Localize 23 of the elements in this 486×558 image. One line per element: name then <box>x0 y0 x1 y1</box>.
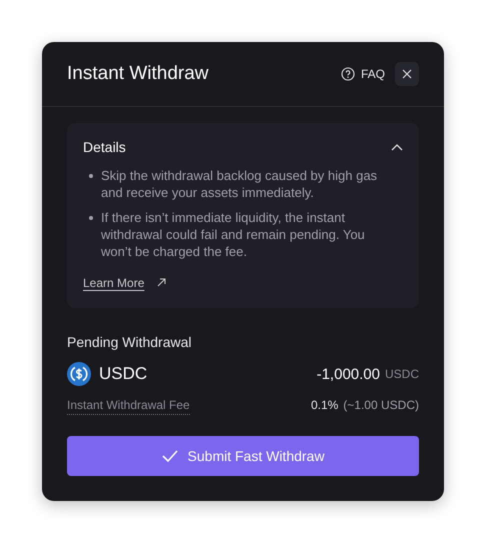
help-icon <box>340 67 355 81</box>
submit-button[interactable]: Submit Fast Withdraw <box>67 436 419 476</box>
coin-icon <box>67 362 91 386</box>
detail-text: If there isn’t immediate liquidity, the instant withdrawal could fail and remain pending. You won’t be charged the fee. <box>101 209 366 260</box>
asset-name: USDC <box>99 364 148 384</box>
amount-value: -1,000.00 <box>316 366 380 382</box>
chevron-icon <box>391 143 403 151</box>
fee-rate: 0.1% <box>310 398 338 412</box>
section-label: Pending Withdrawal <box>67 334 193 350</box>
fee-estimate: (~1.00 USDC) <box>343 398 419 412</box>
check-icon <box>162 450 178 462</box>
external-link-icon <box>156 278 166 287</box>
bullet-icon <box>89 216 93 220</box>
close-button[interactable] <box>395 62 419 86</box>
details-toggle[interactable]: Details <box>83 139 403 155</box>
fee-label: Instant Withdrawal Fee <box>67 398 190 415</box>
faq-link[interactable]: FAQ <box>340 67 385 81</box>
detail-text: Skip the withdrawal backlog caused by high gas and receive your assets immediately. <box>101 167 378 201</box>
amount-unit: USDC <box>384 367 419 381</box>
close-icon <box>402 69 412 79</box>
learn-more-link[interactable]: Learn More <box>83 276 144 290</box>
bullet-icon <box>89 174 93 178</box>
dialog-title: Instant Withdraw <box>67 63 210 85</box>
